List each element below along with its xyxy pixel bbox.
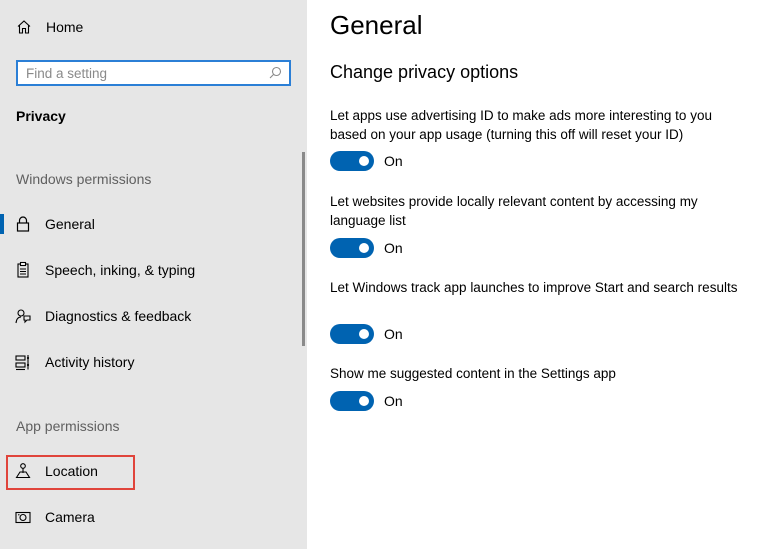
sidebar-item-speech[interactable]: Speech, inking, & typing bbox=[0, 251, 300, 289]
advertising-id-toggle[interactable]: On bbox=[330, 151, 403, 171]
toggle-switch[interactable] bbox=[330, 151, 374, 171]
sidebar-item-label: Camera bbox=[45, 509, 95, 525]
app-permissions-header: App permissions bbox=[16, 418, 120, 434]
camera-icon bbox=[14, 508, 32, 526]
activity-history-icon bbox=[14, 353, 32, 371]
windows-permissions-header: Windows permissions bbox=[16, 171, 152, 187]
language-list-toggle[interactable]: On bbox=[330, 238, 403, 258]
option-description: Show me suggested content in the Setting… bbox=[330, 366, 616, 381]
toggle-state: On bbox=[384, 153, 403, 169]
sidebar-item-diagnostics[interactable]: Diagnostics & feedback bbox=[0, 297, 300, 335]
sidebar-item-camera[interactable]: Camera bbox=[0, 498, 300, 536]
sidebar-item-general[interactable]: General bbox=[0, 205, 300, 243]
sidebar-item-label: Activity history bbox=[45, 354, 135, 370]
toggle-state: On bbox=[384, 393, 403, 409]
home-label: Home bbox=[46, 19, 84, 35]
toggle-knob bbox=[359, 396, 369, 406]
toggle-knob bbox=[359, 156, 369, 166]
suggested-content-toggle[interactable]: On bbox=[330, 391, 403, 411]
option-description: Let apps use advertising ID to make ads … bbox=[330, 108, 712, 142]
toggle-state: On bbox=[384, 240, 403, 256]
home-nav-item[interactable]: Home bbox=[16, 14, 83, 40]
home-icon bbox=[16, 19, 32, 35]
toggle-state: On bbox=[384, 326, 403, 342]
option-description: Let websites provide locally relevant co… bbox=[330, 194, 698, 228]
page-title: General bbox=[330, 10, 423, 40]
section-subtitle: Change privacy options bbox=[330, 62, 519, 82]
toggle-switch[interactable] bbox=[330, 238, 374, 258]
option-description: Let Windows track app launches to improv… bbox=[330, 280, 738, 295]
toggle-switch[interactable] bbox=[330, 324, 374, 344]
feedback-icon bbox=[14, 307, 32, 325]
lock-icon bbox=[14, 215, 32, 233]
search-icon[interactable] bbox=[267, 65, 283, 81]
highlight-box bbox=[6, 455, 135, 490]
sidebar-item-label: Speech, inking, & typing bbox=[45, 262, 196, 278]
scrollbar[interactable] bbox=[302, 152, 305, 346]
section-title: Privacy bbox=[16, 108, 66, 124]
sidebar-item-label: General bbox=[45, 216, 95, 232]
toggle-knob bbox=[359, 329, 369, 339]
toggle-knob bbox=[359, 243, 369, 253]
toggle-switch[interactable] bbox=[330, 391, 374, 411]
selection-indicator bbox=[0, 214, 4, 234]
sidebar-item-label: Diagnostics & feedback bbox=[45, 308, 192, 324]
sidebar-item-activity-history[interactable]: Activity history bbox=[0, 343, 300, 381]
clipboard-icon bbox=[14, 261, 32, 279]
sidebar: Home Privacy Windows permissions General bbox=[0, 0, 307, 549]
main-content: General Change privacy options Let apps … bbox=[307, 0, 768, 549]
app-launch-tracking-toggle[interactable]: On bbox=[330, 324, 403, 344]
search-field[interactable] bbox=[16, 60, 291, 86]
search-input[interactable] bbox=[18, 65, 267, 81]
